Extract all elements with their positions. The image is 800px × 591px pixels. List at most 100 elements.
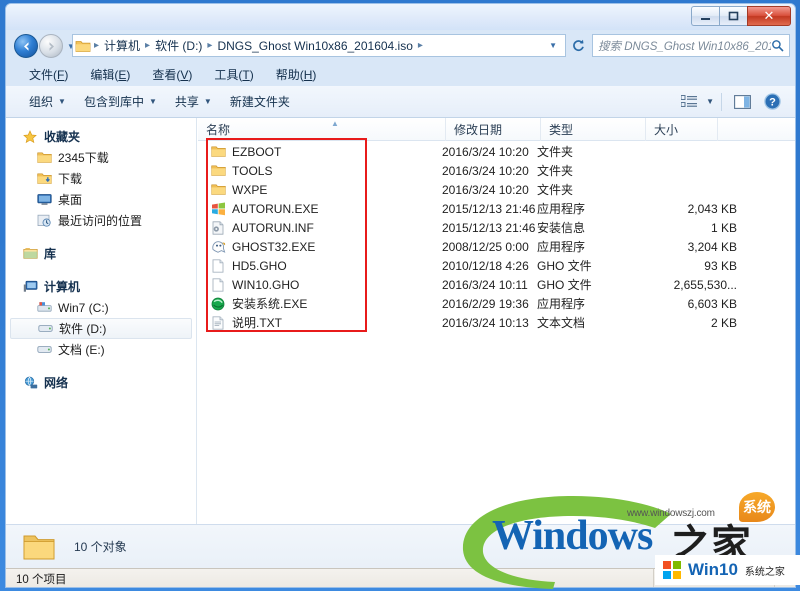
file-name-cell[interactable]: HD5.GHO [198, 258, 440, 274]
sidebar-label: 计算机 [44, 278, 80, 295]
sidebar-item-libraries[interactable]: 库 [6, 243, 196, 264]
sidebar-label: 文档 (E:) [58, 341, 105, 358]
view-chevron-down-icon[interactable]: ▼ [706, 97, 714, 106]
navigation-pane[interactable]: 收藏夹 2345下载 下载 [6, 118, 197, 524]
sidebar-item-network[interactable]: 网络 [6, 372, 196, 393]
sidebar-label: 网络 [44, 374, 68, 391]
file-name: HD5.GHO [232, 259, 287, 273]
file-date: 2016/3/24 10:20 [440, 183, 535, 197]
table-row[interactable]: 说明.TXT 2016/3/24 10:13 文本文档 2 KB [198, 313, 796, 332]
network-icon [22, 375, 38, 391]
details-pane: 10 个对象 [6, 524, 796, 568]
file-type: 应用程序 [535, 238, 640, 255]
close-button[interactable]: ✕ [747, 6, 791, 26]
recent-places-icon [36, 213, 52, 229]
sidebar-item-drive-d[interactable]: 软件 (D:) [10, 318, 192, 339]
sidebar-item-drive-e[interactable]: 文档 (E:) [6, 339, 196, 360]
file-list-pane[interactable]: 名称 ▲ 修改日期 类型 大小 [198, 118, 796, 524]
back-button[interactable] [14, 34, 38, 58]
windows-exe-icon [210, 201, 226, 217]
table-row[interactable]: WXPE 2016/3/24 10:20 文件夹 [198, 180, 796, 199]
list-view-icon [681, 95, 697, 108]
file-name-cell[interactable]: WIN10.GHO [198, 277, 440, 293]
nav-spacer [6, 362, 196, 372]
toolbar-right-group: ▼ ? [676, 91, 796, 113]
file-type: 应用程序 [535, 295, 640, 312]
search-box[interactable]: 搜索 DNGS_Ghost Win10x86_2016... [592, 34, 790, 57]
sidebar-item-desktop[interactable]: 桌面 [6, 189, 196, 210]
file-date: 2008/12/25 0:00 [440, 240, 535, 254]
address-bar[interactable]: ▸ 计算机 ▸ 软件 (D:) ▸ DNGS_Ghost Win10x86_20… [72, 34, 566, 57]
preview-pane-button[interactable] [729, 91, 755, 113]
menu-edit[interactable]: 编辑(E) [79, 64, 141, 85]
file-name-cell[interactable]: WXPE [198, 182, 440, 198]
preview-pane-icon [734, 95, 751, 109]
command-toolbar: 组织 ▼ 包含到库中 ▼ 共享 ▼ 新建文件夹 [6, 86, 796, 118]
column-header-date-modified[interactable]: 修改日期 [446, 118, 541, 141]
file-date: 2015/12/13 21:46 [440, 202, 535, 216]
maximize-button[interactable] [719, 6, 747, 26]
breadcrumb-computer[interactable]: 计算机 [102, 37, 142, 54]
file-name-cell[interactable]: TOOLS [198, 163, 440, 179]
sidebar-item-downloads[interactable]: 下载 [6, 168, 196, 189]
column-header-type[interactable]: 类型 [541, 118, 646, 141]
breadcrumb-iso[interactable]: DNGS_Ghost Win10x86_201604.iso [215, 39, 414, 53]
search-icon [771, 39, 784, 52]
include-in-library-button[interactable]: 包含到库中 ▼ [75, 89, 166, 114]
new-folder-button[interactable]: 新建文件夹 [221, 89, 299, 114]
file-type: GHO 文件 [535, 257, 640, 274]
column-header-extra[interactable] [718, 118, 796, 141]
column-header-name[interactable]: 名称 [198, 118, 446, 141]
table-row[interactable]: EZBOOT 2016/3/24 10:20 文件夹 [198, 142, 796, 161]
share-button[interactable]: 共享 ▼ [166, 89, 221, 114]
file-size: 3,204 KB [640, 240, 745, 254]
file-name-cell[interactable]: EZBOOT [198, 144, 440, 160]
menu-view[interactable]: 查看(V) [141, 64, 203, 85]
drive-icon [36, 342, 52, 358]
file-name-cell[interactable]: AUTORUN.INF [198, 220, 440, 236]
menu-bar: 文件(F) 编辑(E) 查看(V) 工具(T) 帮助(H) [6, 62, 796, 86]
close-icon: ✕ [764, 8, 775, 24]
search-input[interactable]: 搜索 DNGS_Ghost Win10x86_2016... [598, 38, 771, 54]
file-name: 说明.TXT [232, 314, 282, 331]
nav-spacer [6, 233, 196, 243]
breadcrumb-drive-d[interactable]: 软件 (D:) [153, 37, 204, 54]
file-size: 1 KB [640, 221, 745, 235]
table-row[interactable]: 安装系统.EXE 2016/2/29 19:36 应用程序 6,603 KB [198, 294, 796, 313]
help-button[interactable]: ? [759, 91, 785, 113]
folder-icon [36, 150, 52, 166]
file-name-cell[interactable]: 说明.TXT [198, 314, 440, 331]
sidebar-item-computer[interactable]: 计算机 [6, 276, 196, 297]
sidebar-item-win7-c[interactable]: Win7 (C:) [6, 297, 196, 318]
chevron-down-icon: ▼ [149, 97, 157, 106]
sidebar-item-2345download[interactable]: 2345下载 [6, 147, 196, 168]
menu-tools[interactable]: 工具(T) [203, 64, 264, 85]
file-name-cell[interactable]: AUTORUN.EXE [198, 201, 440, 217]
sidebar-item-recent-places[interactable]: 最近访问的位置 [6, 210, 196, 231]
table-row[interactable]: GHOST32.EXE 2008/12/25 0:00 应用程序 3,204 K… [198, 237, 796, 256]
sidebar-item-favorites[interactable]: 收藏夹 [6, 126, 196, 147]
table-row[interactable]: TOOLS 2016/3/24 10:20 文件夹 [198, 161, 796, 180]
refresh-button[interactable] [568, 35, 588, 56]
chevron-down-icon: ▼ [58, 97, 66, 106]
file-name-cell[interactable]: 安装系统.EXE [198, 295, 440, 312]
file-type: 文件夹 [535, 181, 640, 198]
sidebar-label: 最近访问的位置 [58, 212, 142, 229]
table-row[interactable]: HD5.GHO 2010/12/18 4:26 GHO 文件 93 KB [198, 256, 796, 275]
file-name-cell[interactable]: GHOST32.EXE [198, 239, 440, 255]
desktop-icon [36, 192, 52, 208]
help-icon: ? [764, 93, 781, 110]
table-row[interactable]: WIN10.GHO 2016/3/24 10:11 GHO 文件 2,655,5… [198, 275, 796, 294]
new-folder-label: 新建文件夹 [230, 93, 290, 110]
table-row[interactable]: AUTORUN.INF 2015/12/13 21:46 安装信息 1 KB [198, 218, 796, 237]
change-view-button[interactable] [676, 91, 702, 113]
forward-button[interactable] [39, 34, 63, 58]
toolbar-separator [721, 93, 722, 111]
table-row[interactable]: AUTORUN.EXE 2015/12/13 21:46 应用程序 2,043 … [198, 199, 796, 218]
menu-help[interactable]: 帮助(H) [265, 64, 328, 85]
menu-file[interactable]: 文件(F) [18, 64, 79, 85]
column-header-size[interactable]: 大小 [646, 118, 718, 141]
organize-button[interactable]: 组织 ▼ [20, 89, 75, 114]
address-dropdown-icon[interactable]: ▼ [549, 41, 563, 50]
minimize-button[interactable] [691, 6, 719, 26]
